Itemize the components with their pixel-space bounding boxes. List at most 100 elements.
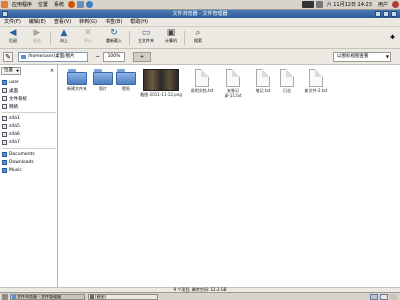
text-file-icon	[309, 69, 323, 87]
view-mode-select[interactable]: 以图标视图查看 ▼	[333, 52, 391, 62]
file-item[interactable]: 说明文档.txt	[190, 69, 214, 93]
file-item[interactable]: 新文件-2.txt	[304, 69, 328, 93]
computer-icon: ▣	[166, 28, 176, 38]
close-sidebar-icon[interactable]: ×	[50, 68, 54, 74]
sidebar-divider	[2, 112, 56, 113]
browser-launcher-icon[interactable]	[68, 1, 76, 8]
sidebar-item-desktop[interactable]: 桌面	[2, 87, 18, 94]
folder-icon	[67, 69, 87, 85]
file-item[interactable]: 截图-2011-11-12.png	[140, 69, 182, 97]
sidebar: 位置 ▼ × user 桌面 文件系统 网络 sda1 sda5 sda6 sd…	[0, 65, 58, 287]
search-icon: ⌕	[195, 28, 201, 38]
menu-bar: 文件(F) 编辑(E) 查看(V) 转到(G) 书签(B) 帮助(H)	[0, 18, 400, 27]
folder-icon	[21, 55, 26, 59]
folder-icon	[93, 69, 113, 85]
back-button[interactable]: ◀ 后退	[2, 29, 24, 47]
throbber-icon: ✱	[390, 34, 396, 41]
power-icon[interactable]	[392, 1, 399, 8]
applications-menu[interactable]: 应用程序	[9, 0, 35, 10]
volume-icon[interactable]	[315, 1, 323, 8]
zoom-out-button[interactable]: −	[95, 52, 103, 62]
sidebar-item-drive[interactable]: sda6	[2, 131, 20, 138]
text-file-icon	[256, 69, 270, 87]
location-bar: ✎ /home/user/桌面/图片 − 100% + 以图标视图查看 ▼	[0, 49, 400, 65]
sidebar-item-bookmark[interactable]: Music	[2, 167, 22, 174]
sidebar-item-bookmark[interactable]: Documents	[2, 151, 35, 158]
file-view[interactable]: 新建文件夹 照片 壁纸 截图-2011-11-12.png 说明文档.txt 安…	[61, 65, 400, 287]
maximize-button[interactable]	[383, 11, 389, 17]
mail-launcher-icon[interactable]	[77, 1, 85, 8]
task-screenshot[interactable]: [截图]	[88, 294, 158, 300]
stop-button[interactable]: ✕ 停止	[77, 29, 99, 47]
places-menu[interactable]: 位置	[35, 0, 51, 10]
toolbar-separator	[129, 31, 130, 45]
file-name: 截图-2011-11-12.png	[140, 92, 182, 97]
file-item[interactable]: 安装记录-11.txt	[221, 69, 245, 98]
window-menu-icon[interactable]	[2, 11, 8, 17]
sidebar-selector[interactable]: 位置 ▼	[1, 67, 21, 75]
folder-icon	[2, 152, 7, 157]
text-file-icon	[280, 69, 294, 87]
forward-button[interactable]: ▶ 前进	[26, 29, 48, 47]
system-menu[interactable]: 系统	[51, 0, 67, 10]
search-button[interactable]: ⌕ 搜索	[187, 29, 209, 47]
menu-edit[interactable]: 编辑(E)	[25, 18, 50, 27]
file-item[interactable]: 笔记.txt	[251, 69, 275, 93]
menu-bookmarks[interactable]: 书签(B)	[101, 18, 126, 27]
file-name: 新建文件夹	[67, 86, 87, 91]
clock[interactable]: 六 11月12日 14:23	[324, 0, 375, 10]
sidebar-divider	[2, 148, 56, 149]
zoom-level[interactable]: 100%	[103, 52, 125, 62]
file-name: 日志	[283, 88, 291, 93]
sidebar-item-drive[interactable]: sda7	[2, 139, 20, 146]
menu-view[interactable]: 查看(V)	[50, 18, 75, 27]
home-button[interactable]: ▭ 主文件夹	[132, 29, 160, 47]
user-menu[interactable]: 用户	[375, 0, 391, 10]
network-icon	[2, 104, 7, 109]
menu-file[interactable]: 文件(F)	[0, 18, 25, 27]
workspace-switcher[interactable]	[370, 294, 378, 300]
toolbar-separator	[50, 31, 51, 45]
file-item[interactable]: 壁纸	[114, 69, 138, 91]
toolbar: ◀ 后退 ▶ 前进 ▲ 向上 ✕ 停止 ↻ 重新载入 ▭ 主文件夹 ▣ 计算机 …	[0, 27, 400, 49]
taskbar: 文件浏览器 - 文件管理器 [截图]	[0, 292, 400, 300]
folder-icon	[116, 69, 136, 85]
pencil-icon: ✎	[5, 53, 11, 61]
trash-icon[interactable]	[390, 294, 397, 300]
image-thumbnail	[143, 69, 179, 91]
sidebar-item-drive[interactable]: sda5	[2, 123, 20, 130]
toolbar-separator	[184, 31, 185, 45]
file-item[interactable]: 日志	[275, 69, 299, 93]
show-desktop-icon[interactable]	[2, 294, 8, 300]
file-item[interactable]: 新建文件夹	[65, 69, 89, 91]
drive-icon	[2, 140, 7, 145]
sidebar-item-drive[interactable]: sda1	[2, 115, 20, 122]
main-menu-icon[interactable]	[1, 1, 8, 8]
reload-button[interactable]: ↻ 重新载入	[101, 29, 127, 47]
computer-button[interactable]: ▣ 计算机	[160, 29, 182, 47]
home-icon	[2, 80, 7, 85]
sidebar-item-home[interactable]: user	[2, 79, 19, 86]
help-launcher-icon[interactable]	[86, 1, 94, 8]
folder-icon	[2, 168, 7, 173]
sidebar-item-filesystem[interactable]: 文件系统	[2, 95, 27, 102]
close-button[interactable]	[391, 11, 397, 17]
location-input[interactable]: /home/user/桌面/图片	[18, 52, 88, 62]
sidebar-item-bookmark[interactable]: Downloads	[2, 159, 34, 166]
menu-go[interactable]: 转到(G)	[75, 18, 101, 27]
sidebar-item-network[interactable]: 网络	[2, 103, 18, 110]
up-button[interactable]: ▲ 向上	[53, 29, 75, 47]
minimize-button[interactable]	[375, 11, 381, 17]
file-item[interactable]: 照片	[91, 69, 115, 91]
task-file-browser[interactable]: 文件浏览器 - 文件管理器	[10, 294, 85, 300]
menu-help[interactable]: 帮助(H)	[126, 18, 152, 27]
file-name: 新文件-2.txt	[304, 88, 328, 93]
workspace-switcher[interactable]	[380, 294, 388, 300]
edit-location-button[interactable]: ✎	[3, 52, 13, 62]
forward-arrow-icon: ▶	[33, 28, 41, 38]
back-arrow-icon: ◀	[9, 28, 17, 38]
zoom-in-button[interactable]: +	[133, 52, 151, 62]
network-status-icon[interactable]	[301, 1, 314, 8]
home-folder-icon: ▭	[141, 28, 151, 38]
file-name: 笔记.txt	[255, 88, 271, 93]
